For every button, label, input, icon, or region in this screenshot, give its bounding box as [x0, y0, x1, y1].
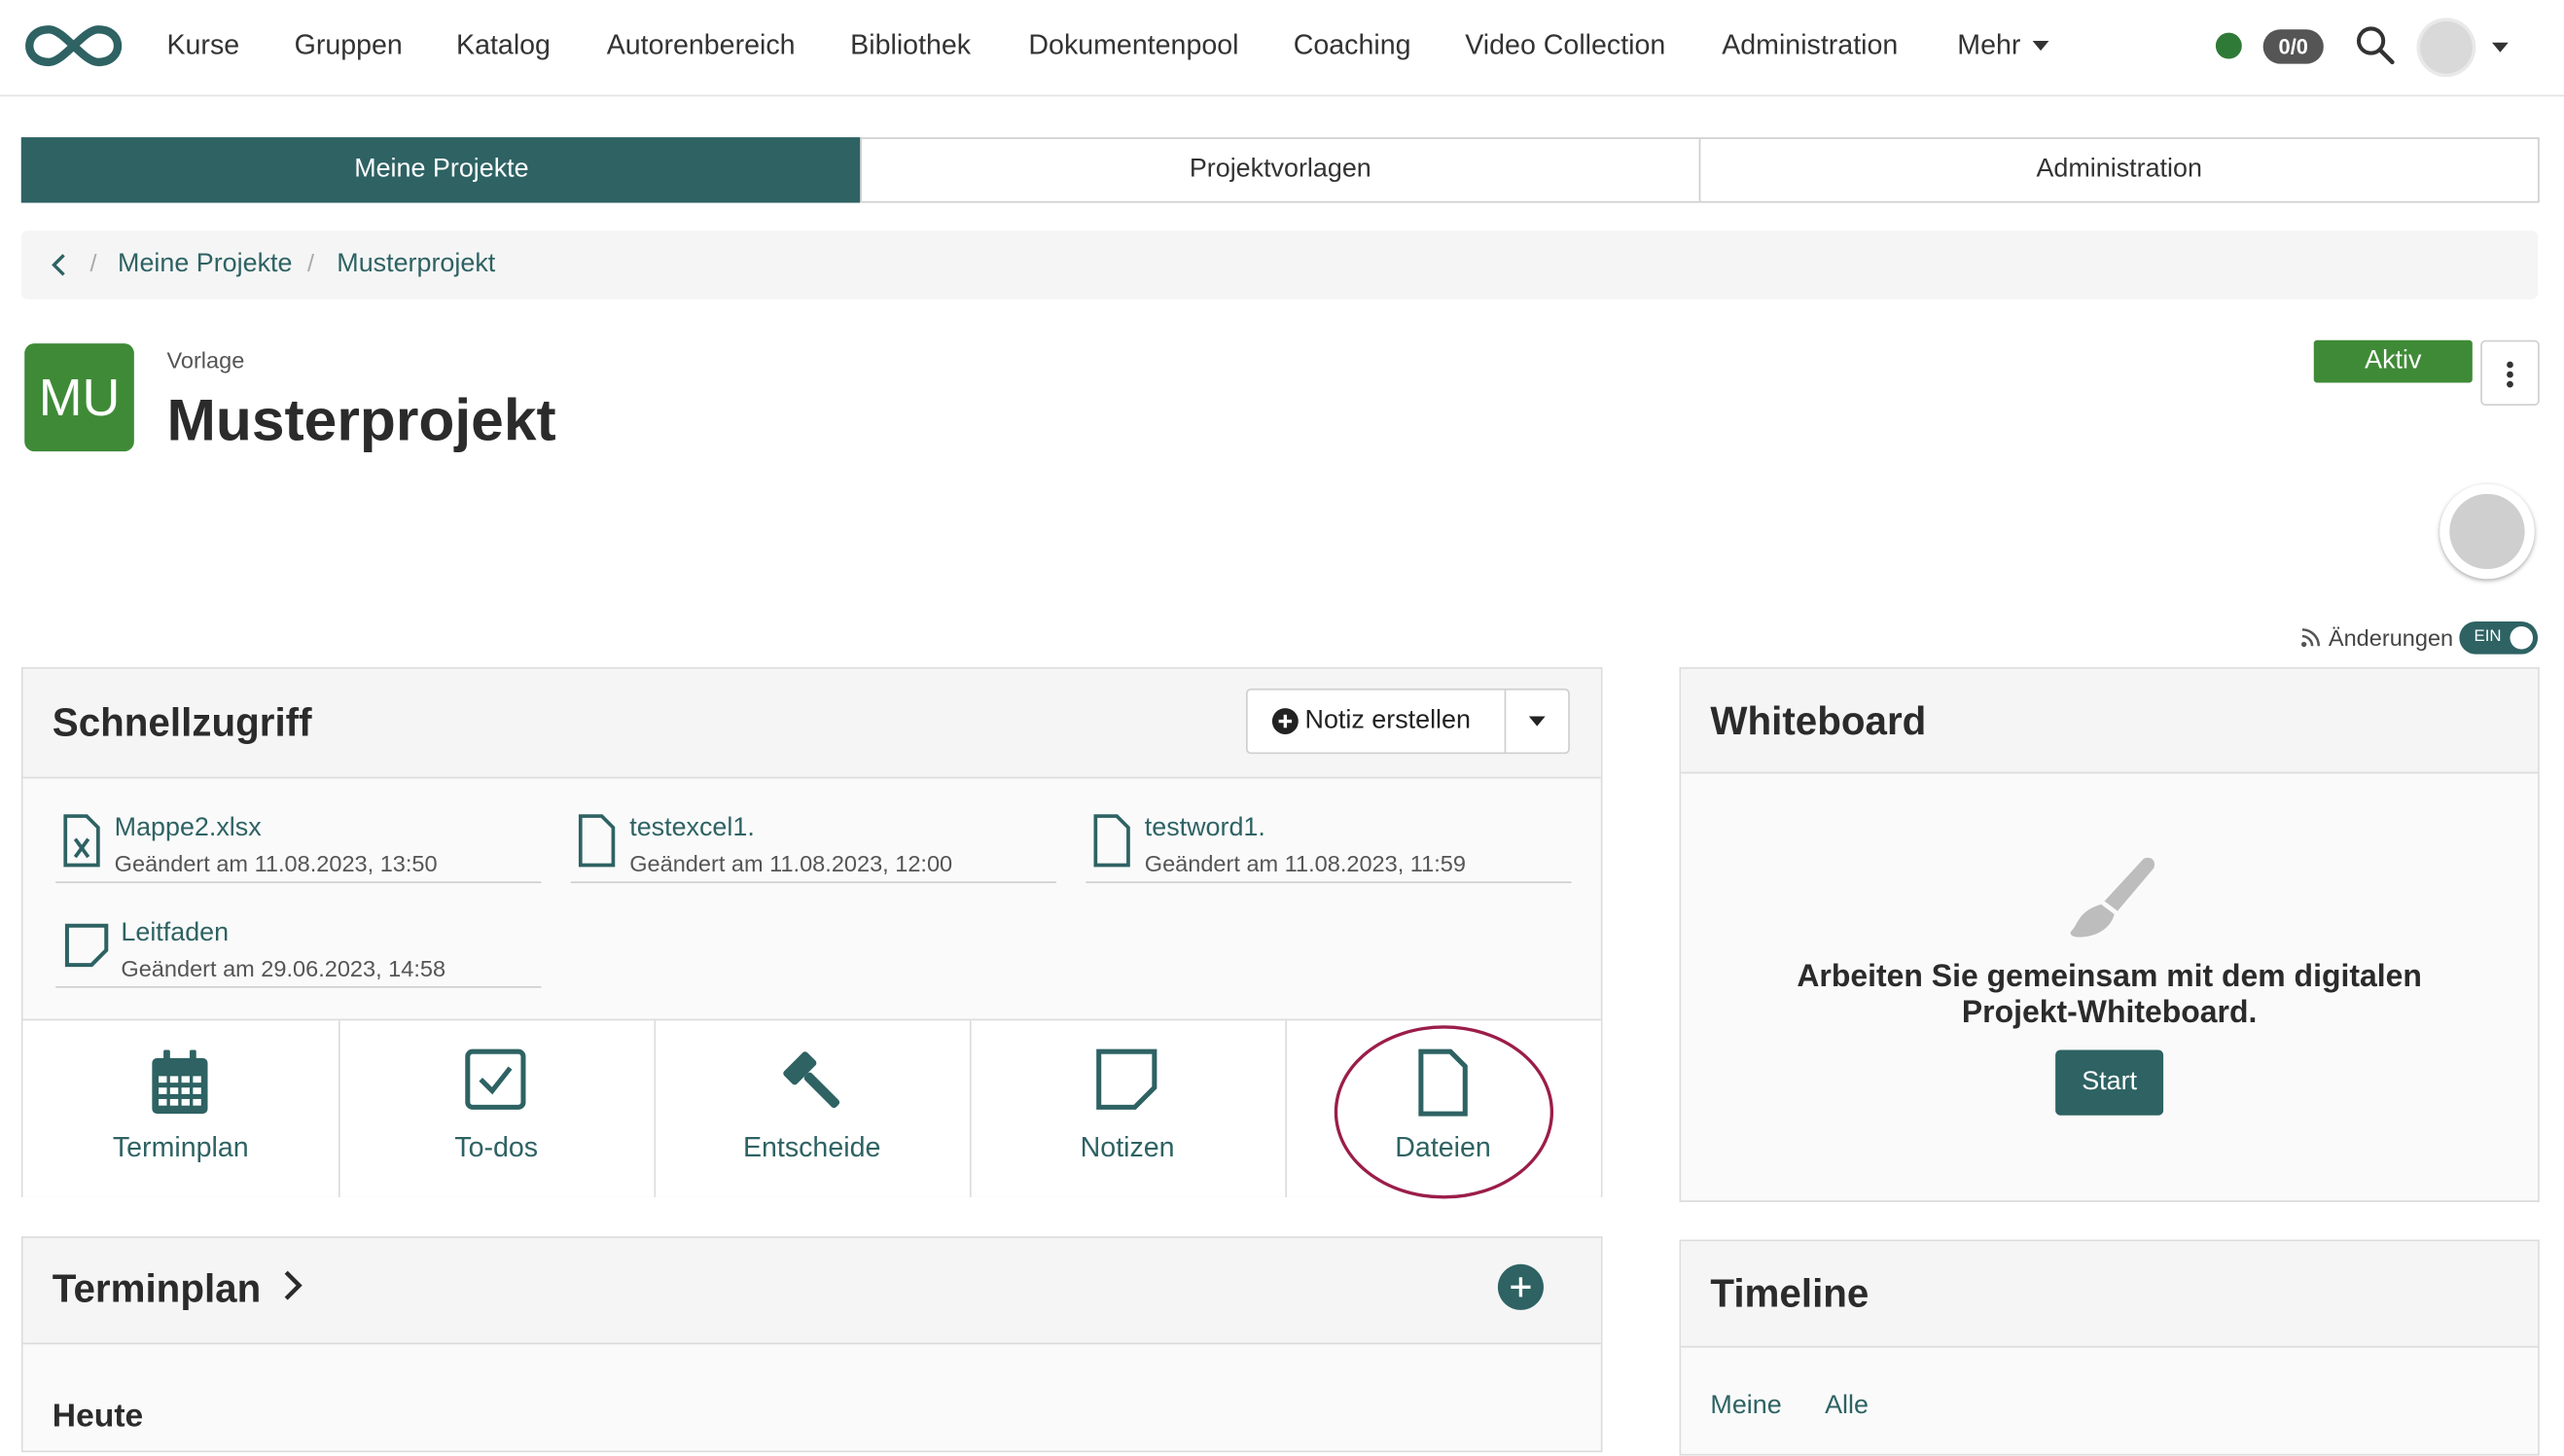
file-icon [578, 814, 616, 868]
toggle-label: EIN [2474, 627, 2502, 647]
more-options-button[interactable] [2480, 339, 2540, 407]
user-avatar[interactable] [2416, 18, 2476, 78]
create-note-label: Notiz erstellen [1304, 706, 1471, 734]
chevron-down-icon [1528, 716, 1546, 727]
file-item[interactable]: Mappe2.xlsx Geändert am 11.08.2023, 13:5… [55, 780, 542, 884]
tile-label: Entscheide [742, 1131, 881, 1163]
tile-terminplan[interactable]: Terminplan [23, 1020, 340, 1197]
start-whiteboard-button[interactable]: Start [2055, 1049, 2164, 1116]
project-initials-icon: MU [24, 343, 134, 452]
timeline-filter-alle[interactable]: Alle [1825, 1392, 1869, 1421]
tab-administration[interactable]: Administration [1698, 137, 2540, 203]
timeline-header: Timeline [1681, 1241, 2539, 1348]
calendar-icon [152, 1049, 208, 1115]
rss-icon [2299, 626, 2323, 657]
tab-projektvorlagen[interactable]: Projektvorlagen [860, 137, 1701, 203]
file-name[interactable]: Mappe2.xlsx [115, 814, 262, 843]
quick-access-header: Schnellzugriff Notiz erstellen [22, 668, 1601, 779]
search-icon[interactable] [2355, 24, 2398, 75]
logo-icon[interactable] [23, 17, 125, 84]
nav-bibliothek[interactable]: Bibliothek [850, 29, 971, 62]
terminplan-title-label: Terminplan [52, 1267, 262, 1312]
nav-video-collection[interactable]: Video Collection [1465, 29, 1665, 62]
file-item[interactable]: testexcel1. Geändert am 11.08.2023, 12:0… [570, 780, 1056, 884]
breadcrumb-separator: / [307, 250, 315, 278]
whiteboard-text-line1: Arbeiten Sie gemeinsam mit dem digitalen [1797, 960, 2422, 995]
excel-file-icon [63, 814, 100, 868]
nav-kurse[interactable]: Kurse [166, 29, 239, 62]
top-navigation: Kurse Gruppen Katalog Autorenbereich Bib… [0, 0, 2564, 97]
timeline-panel: Timeline Meine Alle [1679, 1239, 2540, 1456]
tile-todos[interactable]: To-dos [338, 1020, 657, 1197]
create-note-button-group: Notiz erstellen [1245, 688, 1570, 755]
terminplan-panel: Terminplan Heute [20, 1236, 1603, 1453]
nav-mehr-label: Mehr [1957, 29, 2021, 61]
tile-label: To-dos [454, 1131, 539, 1163]
note-icon [64, 923, 109, 968]
file-meta: Geändert am 11.08.2023, 11:59 [1144, 850, 1466, 877]
tile-label: Notizen [1080, 1131, 1175, 1163]
nav-katalog[interactable]: Katalog [456, 29, 551, 62]
tile-notizen[interactable]: Notizen [970, 1020, 1288, 1197]
member-avatar[interactable] [2439, 483, 2535, 580]
breadcrumb-separator: / [89, 250, 97, 278]
page: Kurse Gruppen Katalog Autorenbereich Bib… [0, 0, 2564, 1456]
file-name[interactable]: Leitfaden [121, 919, 229, 948]
nav-administration[interactable]: Administration [1722, 29, 1898, 62]
today-heading: Heute [52, 1398, 144, 1435]
terminplan-header: Terminplan [22, 1237, 1601, 1345]
nav-dokumentenpool[interactable]: Dokumentenpool [1028, 29, 1238, 62]
file-icon [1093, 814, 1130, 868]
tile-entscheide[interactable]: Entscheide [654, 1020, 972, 1197]
timeline-title: Timeline [1710, 1272, 1870, 1317]
breadcrumb: / Meine Projekte / Musterprojekt [20, 231, 2539, 300]
tab-meine-projekte[interactable]: Meine Projekte [20, 137, 862, 203]
breadcrumb-musterprojekt[interactable]: Musterprojekt [337, 250, 495, 279]
nav-gruppen[interactable]: Gruppen [295, 29, 403, 62]
file-name[interactable]: testword1. [1145, 814, 1265, 843]
chevron-right-icon [285, 1270, 303, 1300]
file-meta: Geändert am 29.06.2023, 14:58 [121, 954, 446, 981]
project-kicker: Vorlage [166, 346, 245, 373]
quick-access-title: Schnellzugriff [52, 701, 312, 746]
paintbrush-icon [2070, 857, 2155, 938]
nav-autorenbereich[interactable]: Autorenbereich [607, 29, 796, 62]
checkbox-icon [465, 1048, 526, 1110]
gavel-icon [783, 1051, 840, 1109]
file-item[interactable]: Leitfaden Geändert am 29.06.2023, 14:58 [55, 885, 542, 988]
plus-circle-icon [1271, 708, 1299, 734]
tile-label: Terminplan [112, 1131, 249, 1163]
chevron-down-icon [2032, 40, 2048, 51]
breadcrumb-meine-projekte[interactable]: Meine Projekte [118, 250, 292, 279]
timeline-filter-meine[interactable]: Meine [1710, 1392, 1781, 1421]
nav-coaching[interactable]: Coaching [1294, 29, 1411, 62]
nav-mehr[interactable]: Mehr [1957, 29, 2048, 62]
user-menu-chevron-icon[interactable] [2491, 42, 2509, 53]
file-meta: Geändert am 11.08.2023, 13:50 [114, 850, 438, 877]
note-icon [1096, 1048, 1157, 1110]
create-note-button[interactable]: Notiz erstellen [1248, 691, 1503, 753]
whiteboard-text-line2: Projekt-Whiteboard. [1961, 996, 2258, 1031]
file-item[interactable]: testword1. Geändert am 11.08.2023, 11:59 [1086, 780, 1572, 884]
whiteboard-description: Arbeiten Sie gemeinsam mit dem digitalen… [1681, 960, 2538, 1032]
whiteboard-title: Whiteboard [1710, 699, 1927, 745]
counter-badge[interactable]: 0/0 [2262, 29, 2324, 64]
terminplan-title[interactable]: Terminplan [53, 1267, 304, 1313]
changes-label: Änderungen [2328, 624, 2454, 652]
add-appointment-button[interactable] [1497, 1263, 1544, 1310]
status-button[interactable]: Aktiv [2313, 339, 2473, 383]
highlight-annotation [1334, 1025, 1554, 1199]
changes-toggle[interactable]: EIN [2459, 621, 2539, 655]
whiteboard-header: Whiteboard [1681, 668, 2539, 774]
whiteboard-panel: Whiteboard Arbeiten Sie gemeinsam mit de… [1679, 667, 2540, 1202]
create-options-dropdown[interactable] [1504, 690, 1569, 753]
page-title: Musterprojekt [166, 385, 556, 453]
back-icon[interactable] [51, 252, 67, 286]
file-name[interactable]: testexcel1. [629, 814, 755, 843]
online-status-icon[interactable] [2215, 32, 2242, 59]
file-meta: Geändert am 11.08.2023, 12:00 [629, 850, 953, 877]
